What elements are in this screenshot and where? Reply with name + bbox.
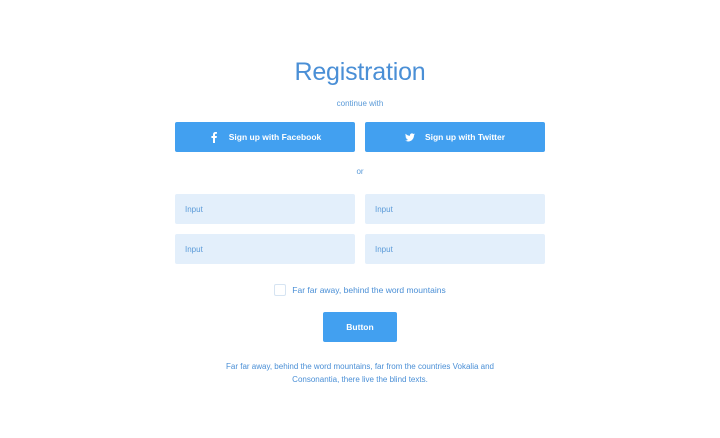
twitter-icon xyxy=(404,132,415,142)
input-field-1[interactable] xyxy=(175,194,355,224)
agreement-checkbox[interactable] xyxy=(274,284,287,296)
facebook-signup-button[interactable]: Sign up with Facebook xyxy=(175,122,355,152)
agreement-row: Far far away, behind the word mountains xyxy=(0,284,720,296)
agreement-label[interactable]: Far far away, behind the word mountains xyxy=(292,285,445,295)
input-field-2[interactable] xyxy=(365,194,545,224)
submit-button[interactable]: Button xyxy=(323,312,397,342)
facebook-signup-label: Sign up with Facebook xyxy=(228,132,322,142)
or-divider: or xyxy=(356,167,364,176)
page-title: Registration xyxy=(294,58,426,86)
twitter-signup-button[interactable]: Sign up with Twitter xyxy=(365,122,545,152)
facebook-icon xyxy=(209,131,219,143)
input-field-3[interactable] xyxy=(175,234,355,264)
registration-page: Registration continue with Sign up with … xyxy=(0,0,720,438)
footer-text: Far far away, behind the word mountains,… xyxy=(226,362,494,384)
continue-with-label: continue with xyxy=(336,99,384,108)
twitter-signup-label: Sign up with Twitter xyxy=(424,132,506,142)
input-field-4[interactable] xyxy=(365,234,545,264)
